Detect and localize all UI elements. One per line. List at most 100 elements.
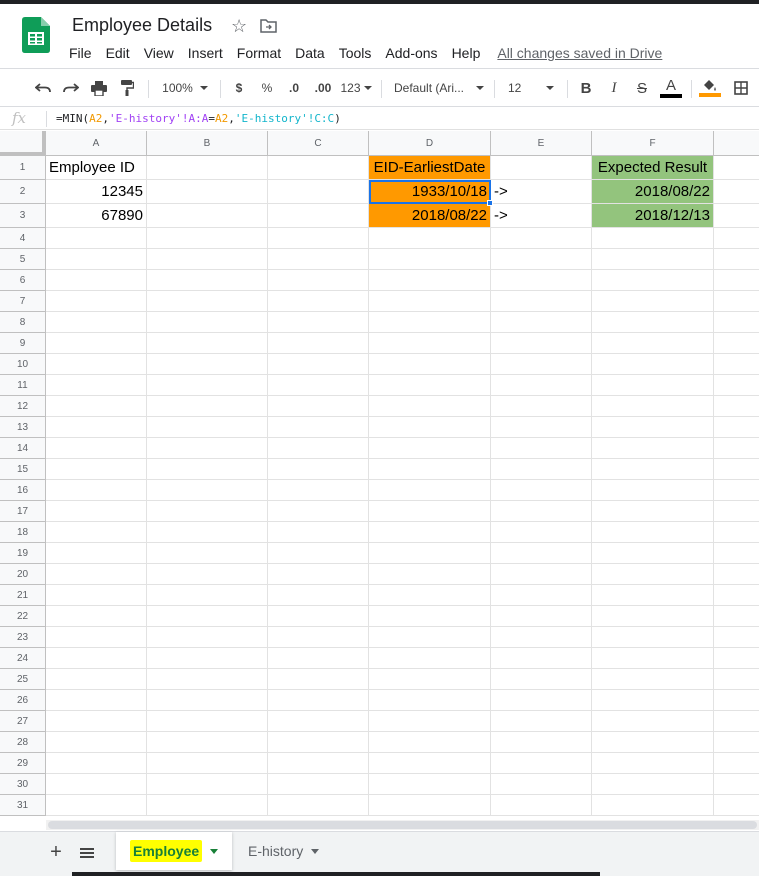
row-header-18[interactable]: 18 xyxy=(0,522,46,543)
cell-b19[interactable] xyxy=(147,543,268,564)
cell-e12[interactable] xyxy=(491,396,592,417)
cell-e24[interactable] xyxy=(491,648,592,669)
cell-b6[interactable] xyxy=(147,270,268,291)
cell-f1[interactable]: Expected Result xyxy=(592,156,714,180)
cell-b1[interactable] xyxy=(147,156,268,180)
column-header-f[interactable]: F xyxy=(592,131,714,156)
row-header-30[interactable]: 30 xyxy=(0,774,46,795)
cell-d26[interactable] xyxy=(369,690,491,711)
cell-a13[interactable] xyxy=(46,417,147,438)
column-header-b[interactable]: B xyxy=(147,131,268,156)
cell-d21[interactable] xyxy=(369,585,491,606)
cell-f4[interactable] xyxy=(592,228,714,249)
cell-f2[interactable]: 2018/08/22 xyxy=(592,180,714,204)
select-all-corner[interactable] xyxy=(0,131,46,156)
cell-c20[interactable] xyxy=(268,564,369,585)
cell-c16[interactable] xyxy=(268,480,369,501)
cell-d30[interactable] xyxy=(369,774,491,795)
italic-button[interactable]: I xyxy=(603,72,625,104)
cell-b5[interactable] xyxy=(147,249,268,270)
row-header-19[interactable]: 19 xyxy=(0,543,46,564)
cell-a21[interactable] xyxy=(46,585,147,606)
cell-a4[interactable] xyxy=(46,228,147,249)
cell-d8[interactable] xyxy=(369,312,491,333)
cell-d7[interactable] xyxy=(369,291,491,312)
cell-e5[interactable] xyxy=(491,249,592,270)
cell-c24[interactable] xyxy=(268,648,369,669)
cell-f6[interactable] xyxy=(592,270,714,291)
cell-d19[interactable] xyxy=(369,543,491,564)
cell-e17[interactable] xyxy=(491,501,592,522)
menu-insert[interactable]: Insert xyxy=(181,44,230,62)
cell-a3[interactable]: 67890 xyxy=(46,204,147,228)
cell-d28[interactable] xyxy=(369,732,491,753)
cell-a7[interactable] xyxy=(46,291,147,312)
cell-e4[interactable] xyxy=(491,228,592,249)
cell-b23[interactable] xyxy=(147,627,268,648)
row-header-25[interactable]: 25 xyxy=(0,669,46,690)
cell-d9[interactable] xyxy=(369,333,491,354)
cell-d1[interactable]: EID-EarliestDate xyxy=(369,156,491,180)
cell-e15[interactable] xyxy=(491,459,592,480)
cell-c18[interactable] xyxy=(268,522,369,543)
font-size-select[interactable]: 12 xyxy=(502,72,560,104)
cell-f8[interactable] xyxy=(592,312,714,333)
cell-f3[interactable]: 2018/12/13 xyxy=(592,204,714,228)
cell-f22[interactable] xyxy=(592,606,714,627)
cell-a23[interactable] xyxy=(46,627,147,648)
cell-b11[interactable] xyxy=(147,375,268,396)
cell-d6[interactable] xyxy=(369,270,491,291)
cell-e31[interactable] xyxy=(491,795,592,816)
cell-d31[interactable] xyxy=(369,795,491,816)
cell-b15[interactable] xyxy=(147,459,268,480)
cell-d11[interactable] xyxy=(369,375,491,396)
cell-f21[interactable] xyxy=(592,585,714,606)
fill-color-button[interactable] xyxy=(698,72,722,104)
cell-a28[interactable] xyxy=(46,732,147,753)
formula-input[interactable]: =MIN(A2,'E-history'!A:A=A2,'E-history'!C… xyxy=(56,110,341,128)
cell-f17[interactable] xyxy=(592,501,714,522)
cell-b31[interactable] xyxy=(147,795,268,816)
horizontal-scrollbar[interactable] xyxy=(46,820,759,830)
cell-a9[interactable] xyxy=(46,333,147,354)
chevron-down-icon[interactable] xyxy=(210,848,219,854)
cell-d24[interactable] xyxy=(369,648,491,669)
cell-e3[interactable]: -> xyxy=(491,204,592,228)
cell-d16[interactable] xyxy=(369,480,491,501)
row-header-31[interactable]: 31 xyxy=(0,795,46,816)
row-header-11[interactable]: 11 xyxy=(0,375,46,396)
cell-c26[interactable] xyxy=(268,690,369,711)
menu-data[interactable]: Data xyxy=(288,44,332,62)
cell-f12[interactable] xyxy=(592,396,714,417)
cell-e26[interactable] xyxy=(491,690,592,711)
cell-a6[interactable] xyxy=(46,270,147,291)
redo-icon[interactable] xyxy=(60,72,82,104)
cell-d18[interactable] xyxy=(369,522,491,543)
strikethrough-button[interactable]: S xyxy=(631,72,653,104)
cell-f19[interactable] xyxy=(592,543,714,564)
cell-e20[interactable] xyxy=(491,564,592,585)
cell-b7[interactable] xyxy=(147,291,268,312)
cell-a26[interactable] xyxy=(46,690,147,711)
cell-a10[interactable] xyxy=(46,354,147,375)
cell-b30[interactable] xyxy=(147,774,268,795)
cell-d10[interactable] xyxy=(369,354,491,375)
cell-f26[interactable] xyxy=(592,690,714,711)
cell-c13[interactable] xyxy=(268,417,369,438)
row-header-20[interactable]: 20 xyxy=(0,564,46,585)
cell-c15[interactable] xyxy=(268,459,369,480)
star-icon[interactable]: ☆ xyxy=(231,15,247,37)
cell-d2[interactable]: 1933/10/18 xyxy=(369,180,491,204)
cell-b2[interactable] xyxy=(147,180,268,204)
more-formats-select[interactable]: 123 xyxy=(338,72,374,104)
cell-c22[interactable] xyxy=(268,606,369,627)
cell-c4[interactable] xyxy=(268,228,369,249)
row-header-3[interactable]: 3 xyxy=(0,204,46,228)
cell-c9[interactable] xyxy=(268,333,369,354)
row-header-24[interactable]: 24 xyxy=(0,648,46,669)
cell-c2[interactable] xyxy=(268,180,369,204)
cell-f30[interactable] xyxy=(592,774,714,795)
row-header-9[interactable]: 9 xyxy=(0,333,46,354)
row-header-26[interactable]: 26 xyxy=(0,690,46,711)
cell-a20[interactable] xyxy=(46,564,147,585)
